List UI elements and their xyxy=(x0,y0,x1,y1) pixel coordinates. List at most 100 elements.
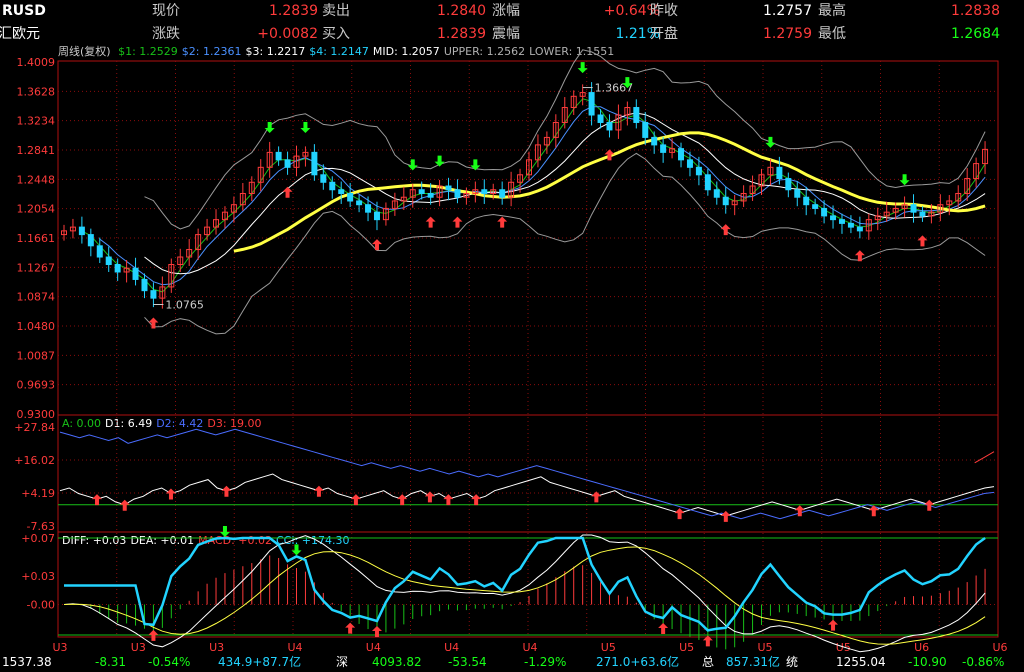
lower-band-line xyxy=(144,152,986,335)
buy-signal-arrow xyxy=(868,505,879,517)
footer-item: -0.86% xyxy=(962,655,1005,669)
footer-item: -10.90 xyxy=(908,655,947,669)
y-tick-label: +0.03 xyxy=(21,570,55,583)
buy-signal-arrow xyxy=(471,494,482,506)
candle-body xyxy=(418,189,425,194)
candle-body xyxy=(373,211,380,221)
y-tick-label: +4.19 xyxy=(21,487,55,500)
sell-signal-arrow xyxy=(765,136,776,148)
candle-body xyxy=(141,278,148,292)
candle-body xyxy=(695,166,702,176)
candle-body xyxy=(427,192,434,198)
buy-signal-arrow xyxy=(917,235,928,247)
d3-line xyxy=(974,451,995,464)
cci-line xyxy=(64,536,986,632)
buy-signal-arrow xyxy=(452,216,463,228)
candle-body xyxy=(132,267,139,280)
candle-body xyxy=(597,114,604,123)
candle-body xyxy=(704,174,711,191)
buy-signal-arrow xyxy=(397,494,408,506)
candle-body xyxy=(856,226,863,232)
y-tick-label: 1.0874 xyxy=(17,291,56,304)
candle-body xyxy=(678,148,685,161)
footer-item: 1255.04 xyxy=(836,655,886,669)
sell-signal-arrow xyxy=(899,174,910,186)
chart-canvas[interactable]: 1.4009 1.3628 1.3234 1.2841 1.2448 1.2054 1.16… xyxy=(0,0,1024,672)
candle-body xyxy=(722,196,729,206)
buy-signal-arrow xyxy=(371,239,382,251)
footer-item: 深 xyxy=(336,655,349,669)
buy-signal-arrow xyxy=(497,216,508,228)
y-tick-label: 1.0087 xyxy=(17,349,56,362)
footer-item: 857.31亿 xyxy=(726,655,780,669)
y-tick-label: 0.9693 xyxy=(17,379,56,392)
candle-body xyxy=(284,159,291,168)
candle-body xyxy=(776,166,783,180)
y-tick-label: +16.02 xyxy=(14,454,55,467)
y-tick-label: 1.1661 xyxy=(17,232,56,245)
candle-body xyxy=(830,215,837,221)
buy-signal-arrow xyxy=(443,494,454,506)
candle-body xyxy=(329,181,336,191)
candle-body xyxy=(713,189,720,198)
candle-body xyxy=(686,159,693,168)
y-tick-label: 0.9300 xyxy=(17,408,56,421)
footer-item: -8.31 xyxy=(95,655,127,669)
y-tick-label: 1.1267 xyxy=(17,261,56,274)
candle-body xyxy=(588,92,595,116)
footer-item: 总 xyxy=(702,655,715,669)
low-annotation: 1.0765 xyxy=(165,298,204,311)
buy-signal-arrow xyxy=(345,622,356,634)
market-ticker-footer: 1537.38 -8.31 -0.54% 434.9+87.7亿 深 4093.82 -53… xyxy=(0,653,1024,672)
candle-body xyxy=(96,245,103,258)
buy-signal-arrow xyxy=(425,216,436,228)
buy-signal-arrow xyxy=(282,186,293,198)
buy-signal-arrow xyxy=(720,510,731,522)
candle-body xyxy=(812,204,819,209)
candle-body xyxy=(105,256,112,265)
candle-body xyxy=(606,121,613,131)
buy-signal-arrow xyxy=(165,488,176,500)
footer-item: -53.54 xyxy=(448,655,487,669)
candle-body xyxy=(794,189,801,198)
footer-item: 434.9+87.7亿 xyxy=(218,655,302,669)
diff-line xyxy=(63,534,986,653)
y-tick-label: 1.2841 xyxy=(17,144,56,157)
y-tick-label: 1.3628 xyxy=(17,85,56,98)
mid-line xyxy=(144,112,986,275)
candle-body xyxy=(87,234,94,247)
y-tick-label: +27.84 xyxy=(14,421,55,434)
buy-signal-arrow xyxy=(794,505,805,517)
candle-body xyxy=(114,263,121,273)
candle-body xyxy=(78,226,85,236)
candle-body xyxy=(454,189,461,198)
candle-body xyxy=(821,207,828,217)
footer-item: 271.0+63.6亿 xyxy=(596,655,680,669)
footer-item: -0.54% xyxy=(148,655,191,669)
y-tick-label: 1.2448 xyxy=(17,173,56,186)
y-tick-label: +0.07 xyxy=(21,532,55,545)
candle-body xyxy=(633,107,640,123)
buy-signal-arrow xyxy=(350,494,361,506)
y-tick-label: 1.2054 xyxy=(17,203,56,216)
buy-signal-arrow xyxy=(658,622,669,634)
upper-band-line xyxy=(144,49,986,230)
candle-body xyxy=(919,211,926,217)
sell-signal-arrow xyxy=(434,155,445,167)
footer-item: 1537.38 xyxy=(2,655,52,669)
footer-item: 4093.82 xyxy=(372,655,422,669)
y-tick-label: 1.4009 xyxy=(17,56,56,69)
candle-body xyxy=(445,185,452,191)
candle-body xyxy=(150,290,157,299)
y-tick-label: 1.0480 xyxy=(17,320,56,333)
y-tick-label: -0.00 xyxy=(27,599,55,612)
buy-signal-arrow xyxy=(828,619,839,631)
candle-body xyxy=(499,189,506,198)
candle-body xyxy=(356,200,363,206)
candle-body xyxy=(365,204,372,213)
d2-line xyxy=(59,428,995,520)
candle-body xyxy=(847,222,854,228)
sell-signal-arrow xyxy=(577,62,588,74)
y-tick-label: 1.3234 xyxy=(17,115,56,128)
buy-signal-arrow xyxy=(221,485,232,497)
